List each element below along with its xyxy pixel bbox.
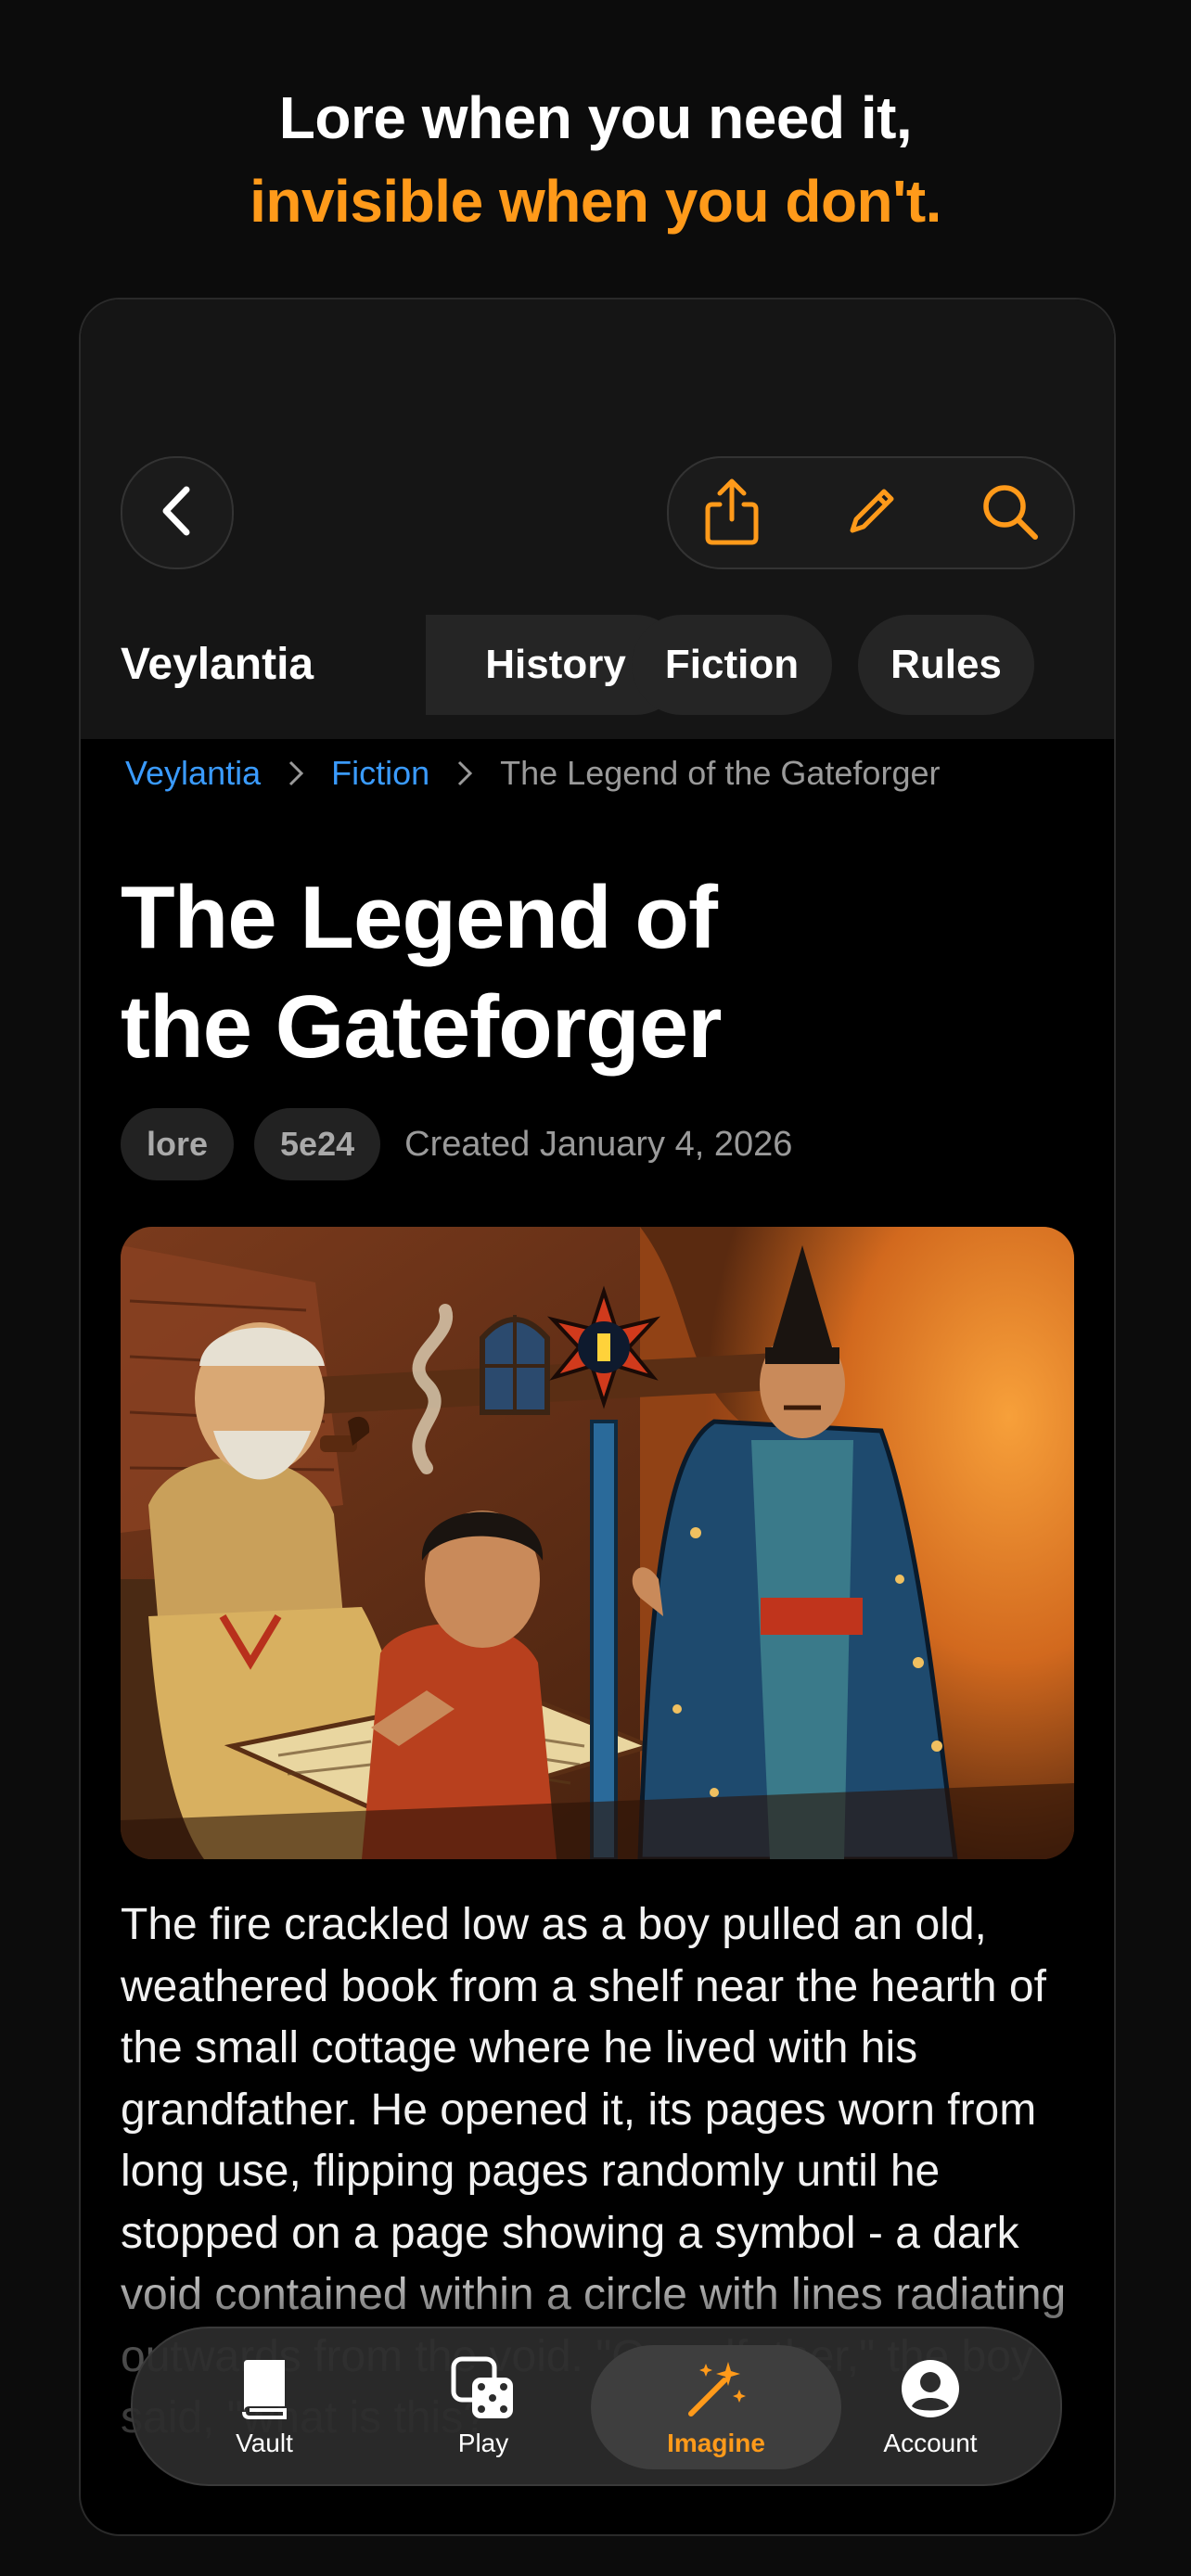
breadcrumb-link-fiction[interactable]: Fiction bbox=[331, 754, 429, 793]
action-group bbox=[667, 456, 1075, 569]
dice-icon bbox=[450, 2356, 517, 2421]
tag-chip-lore[interactable]: lore bbox=[121, 1108, 235, 1180]
phone-frame: Veylantia History Fiction Rules Veylanti… bbox=[79, 298, 1116, 2536]
tab-rules-label: Rules bbox=[890, 642, 1002, 687]
space-tabs: Veylantia History Fiction Rules bbox=[81, 615, 1114, 719]
tab-imagine-label: Imagine bbox=[667, 2429, 765, 2457]
hero-illustration bbox=[121, 1227, 1074, 1859]
page-title: The Legend of the Gateforger bbox=[121, 863, 955, 1082]
breadcrumb-link-veylantia[interactable]: Veylantia bbox=[125, 754, 261, 793]
headline-line-2: invisible when you don't. bbox=[250, 168, 941, 235]
search-button[interactable] bbox=[975, 478, 1045, 549]
created-date: Created January 4, 2026 bbox=[404, 1124, 793, 1164]
account-icon bbox=[900, 2356, 961, 2421]
chevron-left-icon bbox=[156, 486, 198, 541]
page-title-line-2: the Gateforger bbox=[121, 977, 722, 1077]
back-button[interactable] bbox=[121, 456, 234, 569]
tab-rules[interactable]: Rules bbox=[858, 615, 1034, 715]
breadcrumb: Veylantia Fiction The Legend of the Gate… bbox=[125, 754, 940, 793]
top-bar: Veylantia History Fiction Rules bbox=[81, 300, 1114, 739]
tab-fiction-label: Fiction bbox=[664, 642, 800, 687]
chevron-right-icon bbox=[287, 759, 305, 787]
edit-button[interactable] bbox=[836, 478, 906, 549]
magic-wand-icon bbox=[684, 2356, 749, 2421]
breadcrumb-current: The Legend of the Gateforger bbox=[500, 754, 941, 792]
tab-vault[interactable]: Vault bbox=[153, 2345, 376, 2469]
page-title-line-1: The Legend of bbox=[121, 868, 718, 967]
tag-chip-5e24[interactable]: 5e24 bbox=[254, 1108, 381, 1180]
share-icon bbox=[699, 477, 764, 552]
tab-account[interactable]: Account bbox=[819, 2345, 1042, 2469]
tab-history-label: History bbox=[485, 642, 626, 687]
share-button[interactable] bbox=[697, 478, 767, 549]
chevron-right-icon bbox=[455, 759, 474, 787]
tab-play[interactable]: Play bbox=[372, 2345, 595, 2469]
headline-line-1: Lore when you need it, bbox=[278, 84, 913, 151]
headline: Lore when you need it, invisible when yo… bbox=[0, 76, 1191, 243]
tab-account-label: Account bbox=[883, 2429, 978, 2457]
space-title[interactable]: Veylantia bbox=[121, 639, 314, 690]
tab-imagine[interactable]: Imagine bbox=[591, 2345, 841, 2469]
book-icon bbox=[238, 2356, 290, 2421]
search-icon bbox=[978, 479, 1043, 549]
pencil-icon bbox=[841, 482, 901, 546]
tab-vault-label: Vault bbox=[236, 2429, 293, 2457]
article-meta: lore 5e24 Created January 4, 2026 bbox=[121, 1108, 792, 1180]
tab-play-label: Play bbox=[457, 2429, 509, 2457]
bottom-tab-bar: Vault Play Imagine Account bbox=[131, 2327, 1062, 2486]
tab-fiction[interactable]: Fiction bbox=[632, 615, 832, 715]
